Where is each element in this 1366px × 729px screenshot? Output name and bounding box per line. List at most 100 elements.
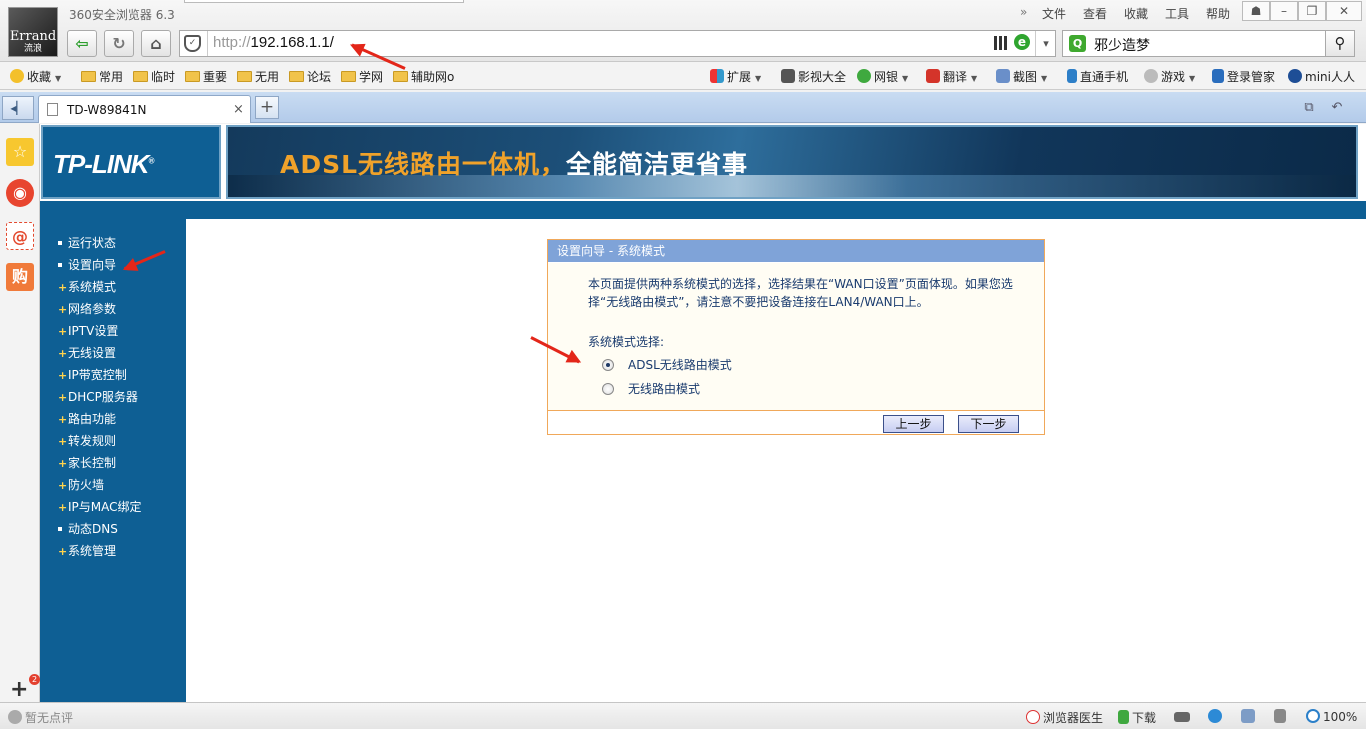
phone-icon — [1067, 69, 1077, 83]
download-icon — [1118, 710, 1129, 724]
menu-tools[interactable]: 工具 — [1165, 5, 1189, 22]
skin-icon[interactable]: ☗ — [1242, 1, 1270, 21]
bookmark-label: 无用 — [255, 70, 280, 84]
radio-adsl-mode[interactable] — [602, 359, 614, 371]
router-menu-item[interactable]: +无线设置 — [58, 342, 186, 364]
menu-view[interactable]: 查看 — [1083, 5, 1107, 22]
key-icon — [1212, 69, 1224, 83]
chevron-down-icon: ▼ — [1041, 74, 1048, 83]
tab-title: TD-W89841N — [67, 103, 147, 117]
tab-bar: ◂▏ TD-W89841N × + ⧉ ↶ — [0, 92, 1366, 123]
radio-adsl-label[interactable]: ADSL无线路由模式 — [628, 356, 732, 373]
search-input[interactable]: Q 邪少造梦 — [1062, 30, 1326, 57]
status-comment[interactable]: 暂无点评 — [8, 709, 73, 726]
router-menu-item[interactable]: +网络参数 — [58, 298, 186, 320]
radio-wireless-mode[interactable] — [602, 383, 614, 395]
bookmark-folder-common[interactable]: 常用 — [81, 68, 123, 85]
minimize-button[interactable]: – — [1270, 1, 1298, 21]
home-button[interactable]: ⌂ — [141, 30, 171, 57]
weibo-icon[interactable]: ◉ — [6, 179, 34, 207]
new-tab-button[interactable]: + — [255, 96, 279, 119]
extensions-button[interactable]: 扩展 ▼ — [710, 68, 761, 85]
bookmark-favorites[interactable]: 收藏 ▼ — [10, 68, 61, 85]
video-button[interactable]: 影视大全 — [781, 68, 846, 85]
address-bar[interactable]: ✓ http://192.168.1.1/ e ▾ — [179, 30, 1056, 57]
router-menu-item[interactable]: +IP与MAC绑定 — [58, 496, 186, 518]
close-icon[interactable]: × — [233, 102, 244, 117]
router-menu-item[interactable]: +系统模式 — [58, 276, 186, 298]
menu-favorites[interactable]: 收藏 — [1124, 5, 1148, 22]
user-avatar[interactable]: Errand 流浪 — [8, 7, 58, 57]
router-menu-label: IPTV设置 — [68, 324, 119, 338]
router-menu-item[interactable]: +IPTV设置 — [58, 320, 186, 342]
volume-icon[interactable] — [1274, 709, 1289, 724]
bookmark-folder-useless[interactable]: 无用 — [237, 68, 279, 85]
tab-router[interactable]: TD-W89841N × — [38, 95, 251, 123]
router-banner: ADSL无线路由一体机，全能简洁更省事 — [226, 125, 1358, 199]
radio-wireless-label[interactable]: 无线路由模式 — [628, 380, 700, 397]
bookmark-label: 临时 — [151, 70, 176, 84]
ebank-button[interactable]: 网银 ▼ — [857, 68, 908, 85]
title-area-tab — [184, 0, 464, 3]
ie-icon[interactable] — [1208, 709, 1225, 724]
url-text[interactable]: http://192.168.1.1/ — [213, 34, 334, 51]
window-icon[interactable] — [1241, 709, 1258, 724]
proxy-icon[interactable] — [1174, 709, 1193, 723]
undo-close-icon[interactable]: ↶ — [1328, 100, 1346, 115]
router-menu-item[interactable]: 动态DNS — [58, 518, 186, 540]
sidebar-toggle-button[interactable]: ◂▏ — [2, 96, 34, 120]
mail-icon[interactable]: @ — [6, 222, 34, 250]
router-menu-item[interactable]: +系统管理 — [58, 540, 186, 562]
router-menu-item[interactable]: +路由功能 — [58, 408, 186, 430]
router-menu-label: 运行状态 — [68, 236, 117, 250]
back-button[interactable]: ⇦ — [67, 30, 97, 57]
search-button[interactable]: ⚲ — [1325, 30, 1355, 57]
search-engine-icon[interactable]: Q — [1069, 35, 1086, 52]
login-manager-button[interactable]: 登录管家 — [1212, 68, 1275, 85]
plus-icon: + — [58, 457, 68, 470]
menu-help[interactable]: 帮助 — [1206, 5, 1230, 22]
bookmark-folder-important[interactable]: 重要 — [185, 68, 227, 85]
router-menu-item[interactable]: +家长控制 — [58, 452, 186, 474]
mini-renren-button[interactable]: mini人人 — [1288, 68, 1355, 85]
proxy-glyph — [1174, 712, 1190, 722]
router-menu-item[interactable]: +转发规则 — [58, 430, 186, 452]
close-window-button[interactable]: ✕ — [1326, 1, 1362, 21]
zoom-control[interactable]: 100% — [1306, 709, 1357, 724]
router-menu-item[interactable]: +DHCP服务器 — [58, 386, 186, 408]
menu-more-icon[interactable]: » — [1020, 5, 1027, 19]
bookmark-folder-study[interactable]: 学网 — [341, 68, 383, 85]
extensions-icon — [710, 69, 724, 83]
favorites-star-icon[interactable]: ☆ — [6, 138, 34, 166]
router-menu-item[interactable]: +IP带宽控制 — [58, 364, 186, 386]
tp-link-logo-box: TP-LINK® — [41, 125, 221, 199]
bookmark-label: 重要 — [203, 70, 228, 84]
ie-compat-icon[interactable]: e — [1014, 34, 1030, 50]
qrcode-icon[interactable] — [994, 36, 1008, 50]
restore-button[interactable]: ❐ — [1298, 1, 1326, 21]
phone-button[interactable]: 直通手机 — [1067, 68, 1128, 85]
prev-button[interactable]: 上一步 — [883, 415, 944, 433]
add-sidebar-icon[interactable]: + — [10, 677, 28, 702]
translate-button[interactable]: 翻译 ▼ — [926, 68, 977, 85]
shopping-icon[interactable]: 购 — [6, 263, 34, 291]
next-button[interactable]: 下一步 — [958, 415, 1019, 433]
refresh-button[interactable]: ↻ — [104, 30, 134, 57]
shield-icon[interactable]: ✓ — [184, 35, 201, 52]
router-page: TP-LINK® ADSL无线路由一体机，全能简洁更省事 运行状态 设置向导 +系统… — [40, 124, 1366, 702]
browser-doctor-button[interactable]: 浏览器医生 — [1026, 709, 1103, 726]
gamepad-icon — [1144, 69, 1158, 83]
router-menu-item[interactable]: 运行状态 — [58, 232, 186, 254]
download-button[interactable]: 下载 — [1118, 709, 1156, 726]
games-button[interactable]: 游戏 ▼ — [1144, 68, 1195, 85]
bookmark-folder-aux[interactable]: 辅助网o — [393, 68, 454, 85]
registered-icon: ® — [148, 156, 155, 166]
router-menu-item[interactable]: +防火墙 — [58, 474, 186, 496]
screenshot-button[interactable]: 截图 ▼ — [996, 68, 1047, 85]
bookmark-folder-temp[interactable]: 临时 — [133, 68, 175, 85]
menu-file[interactable]: 文件 — [1042, 5, 1066, 22]
bookmark-label: 游戏 — [1161, 70, 1186, 84]
chevron-down-icon[interactable]: ▾ — [1035, 31, 1056, 56]
tab-list-icon[interactable]: ⧉ — [1300, 100, 1318, 115]
bookmark-folder-forum[interactable]: 论坛 — [289, 68, 331, 85]
